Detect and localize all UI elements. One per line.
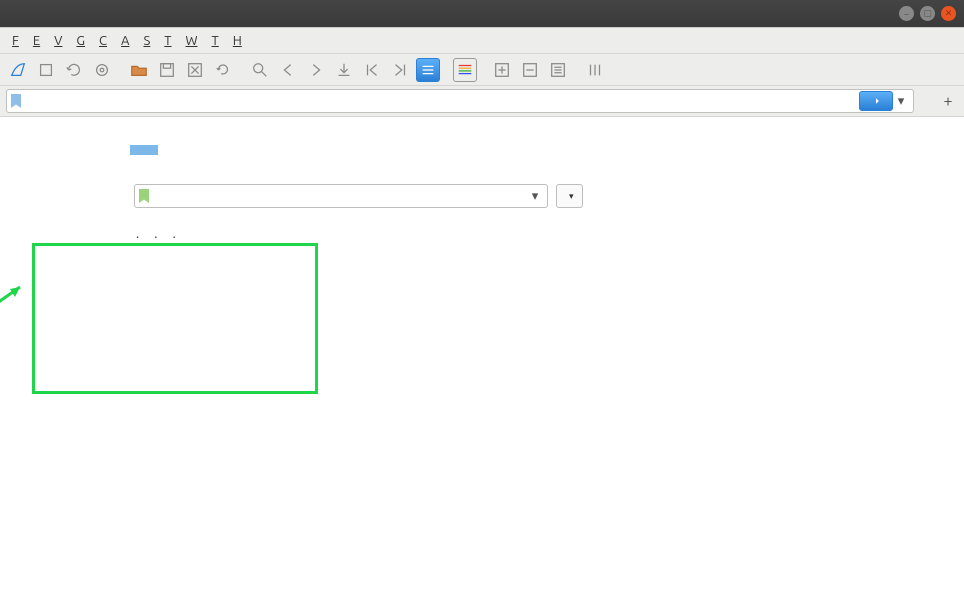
prev-icon[interactable] <box>276 58 300 82</box>
menu-statistics[interactable]: S <box>137 31 156 51</box>
chevron-down-icon: ▾ <box>569 191 574 202</box>
options-icon[interactable] <box>90 58 114 82</box>
open-folder-icon[interactable] <box>127 58 151 82</box>
shark-fin-icon[interactable] <box>6 58 30 82</box>
expression-button[interactable] <box>920 98 932 104</box>
goto-last-icon[interactable] <box>388 58 412 82</box>
interfaces-shown-dropdown[interactable]: ▾ <box>556 184 583 208</box>
menu-edit[interactable]: E <box>27 31 46 51</box>
maximize-button[interactable]: ▢ <box>920 6 935 21</box>
goto-first-icon[interactable] <box>360 58 384 82</box>
display-filter-wrap[interactable]: ▾ <box>6 89 914 113</box>
zoom-reset-icon[interactable] <box>546 58 570 82</box>
capture-filter-dropdown-icon[interactable]: ▾ <box>527 189 543 204</box>
filter-dropdown-icon[interactable]: ▾ <box>893 94 909 109</box>
resize-columns-icon[interactable] <box>583 58 607 82</box>
menu-tools[interactable]: T <box>206 31 225 51</box>
colorize-icon[interactable] <box>453 58 477 82</box>
display-filter-input[interactable] <box>25 94 859 109</box>
learn-links: · · · <box>130 230 964 244</box>
annotation-arrow <box>0 277 35 327</box>
capture-filter-row: ▾ ▾ <box>130 184 964 208</box>
menu-telephony[interactable]: T <box>158 31 177 51</box>
bookmark-green-icon[interactable] <box>139 189 149 203</box>
save-icon[interactable] <box>155 58 179 82</box>
menu-help[interactable]: H <box>227 31 248 51</box>
add-filter-button[interactable]: + <box>938 92 958 110</box>
menu-view[interactable]: V <box>48 31 68 51</box>
title-bar: – ▢ ✕ <box>0 0 964 27</box>
zoom-in-icon[interactable] <box>490 58 514 82</box>
menu-analyze[interactable]: A <box>115 31 135 51</box>
bookmark-icon[interactable] <box>11 94 21 108</box>
next-icon[interactable] <box>304 58 328 82</box>
reload-icon[interactable] <box>211 58 235 82</box>
minimize-button[interactable]: – <box>899 6 914 21</box>
auto-scroll-icon[interactable] <box>416 58 440 82</box>
window-controls: – ▢ ✕ <box>899 6 956 21</box>
toolbar <box>0 53 964 85</box>
learn-section: · · · <box>130 230 964 244</box>
stop-icon[interactable] <box>34 58 58 82</box>
zoom-out-icon[interactable] <box>518 58 542 82</box>
display-filter-bar: ▾ + <box>0 85 964 117</box>
menu-go[interactable]: G <box>70 31 91 51</box>
menu-file[interactable]: F <box>6 31 25 51</box>
jump-icon[interactable] <box>332 58 356 82</box>
find-icon[interactable] <box>248 58 272 82</box>
close-button[interactable]: ✕ <box>941 6 956 21</box>
welcome-banner <box>130 145 158 155</box>
menu-capture[interactable]: C <box>93 31 113 51</box>
close-file-icon[interactable] <box>183 58 207 82</box>
annotation-box <box>32 243 318 394</box>
main-panel: ▾ ▾ · · · <box>0 117 964 601</box>
capture-filter-input[interactable] <box>153 189 527 204</box>
apply-filter-button[interactable] <box>859 91 893 111</box>
menu-wireless[interactable]: W <box>180 31 204 51</box>
menu-bar: F E V G C A S T W T H <box>0 27 964 53</box>
restart-icon[interactable] <box>62 58 86 82</box>
capture-filter-wrap[interactable]: ▾ <box>134 184 548 208</box>
